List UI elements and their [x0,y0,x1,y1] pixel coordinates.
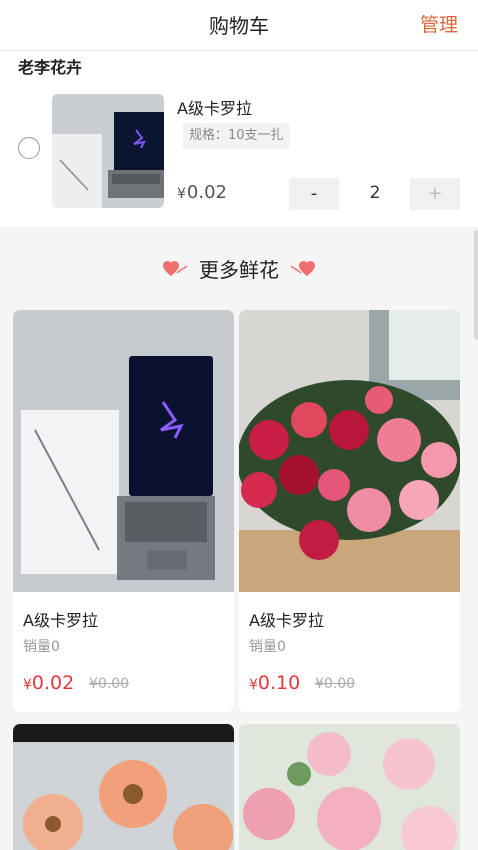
product-image[interactable] [13,310,234,592]
price-value: 0.02 [31,672,75,694]
cart-section: 老李花卉 A级卡罗拉 规格：10支一扎 ¥0.02 - 2 + [0,51,478,227]
more-flowers-title: 更多鲜花 [199,258,279,282]
item-checkbox[interactable] [18,137,40,159]
scrollbar[interactable] [474,230,478,340]
pink-roses-image [239,724,460,850]
product-card[interactable]: A级卡罗拉 销量0 ¥0.10 ¥0.00 [239,310,460,712]
price-value: 0.10 [257,672,301,694]
original-price: ¥0.00 [315,676,356,692]
currency-symbol: ¥ [177,186,186,202]
product-name: A级卡罗拉 [23,611,98,630]
page-title: 购物车 [209,14,269,38]
item-name: A级卡罗拉 [177,99,252,118]
shop-name: 老李花卉 [18,58,83,77]
currency-symbol: ¥ [249,677,258,693]
manage-button[interactable]: 管理 [420,10,458,37]
quantity-value[interactable]: 2 [358,183,392,203]
product-price: ¥0.10 [249,672,300,694]
top-bar: 购物车 管理 [0,0,478,51]
product-sales: 销量0 [23,639,60,655]
item-thumbnail[interactable] [52,94,164,208]
product-card[interactable] [239,724,460,850]
price-value: 0.02 [186,182,227,203]
item-price: ¥0.02 [177,182,227,203]
product-name: A级卡罗拉 [249,611,324,630]
laptop-thumbnail-image [52,94,164,208]
item-spec: 规格：10支一扎 [183,123,290,149]
gerbera-image [13,724,234,850]
product-price: ¥0.02 [23,672,74,694]
product-card[interactable] [13,724,234,850]
decrease-quantity-button[interactable]: - [289,178,339,210]
heart-icon [291,261,315,276]
currency-symbol: ¥ [23,677,32,693]
increase-quantity-button[interactable]: + [410,178,460,210]
product-sales: 销量0 [249,639,286,655]
product-image[interactable] [239,310,460,592]
rose-bouquet-image [239,310,460,592]
product-card[interactable]: A级卡罗拉 销量0 ¥0.02 ¥0.00 [13,310,234,712]
laptop-product-image [13,310,234,592]
original-price: ¥0.00 [89,676,130,692]
